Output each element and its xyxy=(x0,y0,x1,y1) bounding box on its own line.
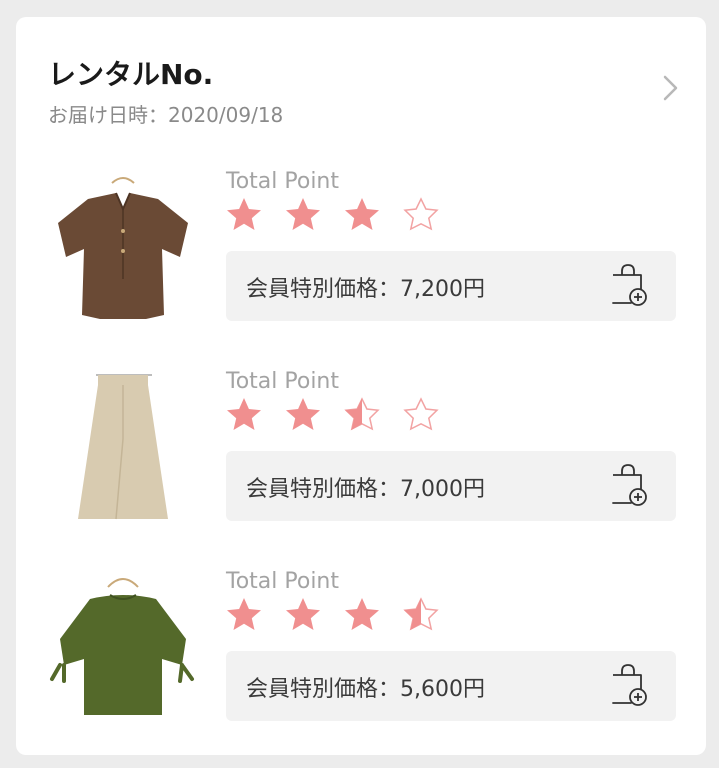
total-point-label: Total Point xyxy=(226,569,339,594)
star-rating xyxy=(224,595,455,635)
rental-item[interactable]: Total Point 会員特別価格：7,200円 xyxy=(48,169,678,339)
member-price-box[interactable]: 会員特別価格：7,200円 xyxy=(226,251,676,321)
rental-number: レンタルNo. xyxy=(48,58,214,91)
member-price-box[interactable]: 会員特別価格：5,600円 xyxy=(226,651,676,721)
member-price: 会員特別価格：7,000円 xyxy=(246,477,485,502)
rental-item[interactable]: Total Point 会員特別価格：5,600円 xyxy=(48,569,678,739)
star-half-icon xyxy=(403,597,439,631)
total-point-label: Total Point xyxy=(226,369,339,394)
brown-blouse-image xyxy=(58,177,188,319)
chevron-right-icon[interactable] xyxy=(660,73,682,103)
star-outline-icon xyxy=(403,397,439,431)
shopping-bag-plus-icon[interactable] xyxy=(610,663,648,707)
delivery-date: お届け日時：2020/09/18 xyxy=(48,103,284,127)
star-icon xyxy=(286,598,321,630)
star-rating xyxy=(224,395,455,435)
rental-header[interactable]: レンタルNo. お届け日時：2020/09/18 xyxy=(48,53,678,133)
star-icon xyxy=(227,198,261,230)
total-point-label: Total Point xyxy=(226,169,339,194)
star-icon xyxy=(286,198,321,230)
star-icon xyxy=(227,398,261,430)
star-icon xyxy=(227,598,261,630)
beige-skirt-image xyxy=(78,374,168,520)
member-price: 会員特別価格：7,200円 xyxy=(246,277,485,302)
shopping-bag-plus-icon[interactable] xyxy=(610,463,648,507)
star-icon xyxy=(345,598,380,630)
star-outline-icon xyxy=(403,197,439,231)
star-icon xyxy=(286,398,321,430)
member-price: 会員特別価格：5,600円 xyxy=(246,677,485,702)
star-rating xyxy=(224,195,455,235)
star-icon xyxy=(345,198,380,230)
green-blouse-image xyxy=(50,578,194,715)
rental-item[interactable]: Total Point 会員特別価格：7,000円 xyxy=(48,369,678,539)
star-half-icon xyxy=(344,397,380,431)
member-price-box[interactable]: 会員特別価格：7,000円 xyxy=(226,451,676,521)
shopping-bag-plus-icon[interactable] xyxy=(610,263,648,307)
rental-card[interactable]: レンタルNo. お届け日時：2020/09/18 Total Point 会員特… xyxy=(16,17,706,755)
